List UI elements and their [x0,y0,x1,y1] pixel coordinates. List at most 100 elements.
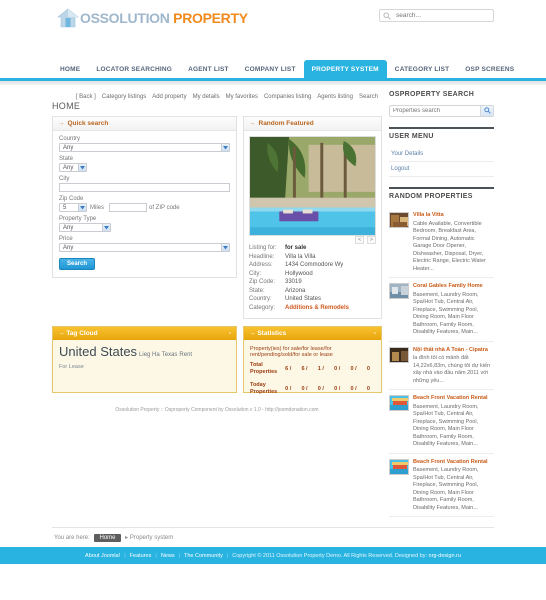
statistics-value: 0 [366,386,370,392]
property-thumbnail[interactable] [389,458,409,475]
featured-property-image[interactable] [249,136,376,236]
chevron-down-icon [102,224,110,231]
city-input[interactable] [59,183,230,192]
subnav-item-my-details[interactable]: My details [193,94,220,100]
featured-detail-value: Hollywood [285,270,313,277]
featured-prev-button[interactable]: < [355,236,365,244]
footer-link-the-community[interactable]: The Community [184,553,223,559]
price-select[interactable]: Any [59,243,230,252]
footer-link-about-joomla[interactable]: About Joomla! [85,553,120,559]
property-title-link[interactable]: Nội thất nhà A Toàn - Cipatra [413,347,494,355]
tag-item[interactable]: Lieg Ha [139,352,160,358]
sidebar-search[interactable] [389,105,494,117]
user-menu-item-your-details[interactable]: Your Details [389,147,494,162]
property-title-link[interactable]: Villa la Vitta [413,212,494,220]
tag-item[interactable]: For Lease [59,362,230,373]
price-value: Any [63,244,74,251]
footer-link-news[interactable]: News [161,553,175,559]
tag-item[interactable]: United States [59,344,137,359]
user-menu-item-logout[interactable]: Logout [389,162,494,177]
nav-item-property-system[interactable]: PROPERTY SYSTEM [303,60,387,78]
header-search-input[interactable] [394,11,489,20]
nav-item-home[interactable]: HOME [52,60,88,78]
subnav-item-companies-listing[interactable]: Companies listing [264,94,311,100]
property-text: Nội thất nhà A Toàn - Cipatra la đình tôi… [413,347,494,386]
featured-detail-value: United States [285,296,322,302]
user-menu-module: USER MENU Your Details Logout [389,127,494,177]
sidebar-search-button[interactable] [480,106,493,116]
subnav-item-agents-listing[interactable]: Agents listing [317,94,353,100]
zip-code-input[interactable] [109,203,148,212]
breadcrumb-prefix: You are here: [54,535,90,541]
random-featured-title: Random Featured [258,120,314,127]
sidebar-search-input[interactable] [390,108,480,114]
statistics-value: 0 [366,366,370,372]
property-thumbnail[interactable] [389,346,409,363]
zip-miles-select[interactable]: 5 [59,203,87,212]
property-thumbnail[interactable] [389,395,409,411]
list-item[interactable]: Beach Front Vacation Rental Basement, Lau… [389,390,494,454]
property-type-value: Any [63,224,74,231]
zip-miles-value: 5 [63,204,67,211]
state-select[interactable]: Any [59,163,87,172]
footer-designer-link[interactable]: nrg-design.ru [429,553,461,559]
site-logo[interactable]: OSSOLUTION PROPERTY [57,8,248,28]
featured-detail-key: Category: [249,304,276,311]
collapse-icon[interactable]: - [374,330,376,337]
featured-detail-row: Zip Code: 33019 [249,278,376,287]
property-text: Coral Gables Family Home Basement, Laundr… [413,283,494,337]
property-thumbnail[interactable] [389,212,409,228]
property-title-link[interactable]: Coral Gables Family Home [413,283,494,291]
quick-search-submit-button[interactable]: Search [59,258,96,270]
user-menu-list: Your Details Logout [389,143,494,177]
list-item[interactable]: Nội thất nhà A Toàn - Cipatra la đình tôi… [389,342,494,390]
featured-detail-key: Zip Code: [249,279,276,285]
component-credits: Ossolution Property :: Osproperty Compon… [115,407,319,413]
nav-item-company-list[interactable]: COMPANY LIST [237,60,304,78]
footer-separator: | [178,552,181,559]
list-item[interactable]: Beach Front Vacation Rental Basement, Lau… [389,454,494,517]
search-icon [383,11,391,20]
property-title-link[interactable]: Beach Front Vacation Rental [413,395,494,403]
subnav-item-back[interactable]: [ Back ] [76,94,96,100]
statistics-value: 0 / [350,386,357,392]
property-description: Basement, Laundry Room, Spa/Hot Tub, Cen… [413,403,479,448]
statistics-row: Total Properties 6 / 6 / 1 / 0 / 0 / 0 [250,362,375,376]
subnav-item-category-listings[interactable]: Category listings [102,94,146,100]
price-label: Price [59,236,73,242]
subnav-item-my-favorites[interactable]: My favorites [226,94,258,100]
featured-pager[interactable]: < > [249,236,376,244]
quick-search-title: Quick search [67,120,109,127]
tag-item[interactable]: Rent [179,352,192,358]
breadcrumb-arrow-icon: ▸ [125,535,129,541]
country-select[interactable]: Any [59,143,230,152]
featured-next-button[interactable]: > [366,236,376,244]
property-type-select[interactable]: Any [59,223,111,232]
header-search[interactable] [379,9,494,22]
featured-detail-row: City: Hollywood [249,270,376,279]
breadcrumb-home-link[interactable]: Home [94,534,121,542]
nav-item-category-list[interactable]: CATEGORY LIST [387,60,457,78]
featured-detail-value[interactable]: Additions & Remodels [285,304,349,313]
property-title-link[interactable]: Beach Front Vacation Rental [413,459,494,467]
tag-item[interactable]: Texas [162,352,178,358]
user-menu-title: USER MENU [389,127,494,143]
tag-cloud-list: United States Lieg Ha Texas Rent For Lease [59,344,230,373]
subnav-item-search[interactable]: Search [359,94,378,100]
featured-detail-value: 1434 Commodore Wy [285,262,344,268]
search-icon [483,106,491,116]
nav-item-agent-list[interactable]: AGENT LIST [180,60,237,78]
footer-link-features[interactable]: Features [130,553,152,559]
property-type-label: Property Type [59,216,97,222]
featured-detail-value: Villa la Villa [285,253,316,260]
nav-item-osp-screens[interactable]: OSP SCREENS [457,60,522,78]
subnav-item-add-property[interactable]: Add property [152,94,186,100]
collapse-icon[interactable]: - [229,330,231,337]
list-item[interactable]: Coral Gables Family Home Basement, Laundr… [389,278,494,342]
logo-text-property: PROPERTY [173,10,248,26]
property-thumbnail[interactable] [389,283,409,299]
list-item[interactable]: Villa la Vitta Cable Available, Convertib… [389,207,494,278]
featured-detail-row: Headline: Villa la Villa [249,253,376,262]
component-subnav: [ Back ] Category listings Add property My … [52,91,382,101]
nav-item-locator-searching[interactable]: LOCATOR SEARCHING [88,60,180,78]
